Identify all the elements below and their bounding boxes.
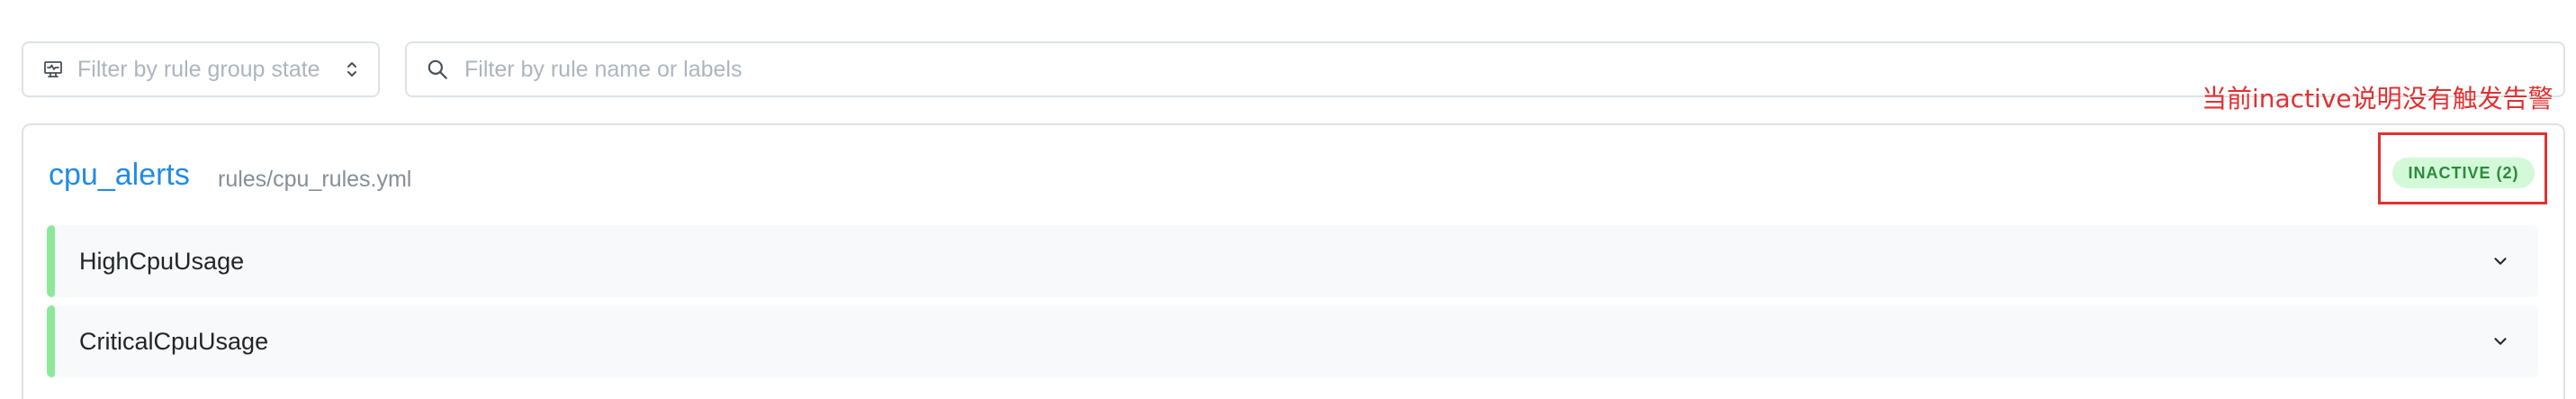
heart-rate-monitor-icon (41, 58, 65, 81)
selector-chevrons-icon (342, 57, 362, 82)
rule-name: CriticalCpuUsage (79, 327, 269, 355)
chevron-down-icon[interactable] (2488, 329, 2513, 354)
search-icon (425, 57, 450, 82)
rule-group-name[interactable]: cpu_alerts (49, 158, 190, 193)
alerts-page: Filter by rule group state cpu_alerts ru… (0, 0, 2576, 399)
status-badge: INACTIVE (2) (2392, 158, 2535, 188)
rule-name: HighCpuUsage (79, 247, 245, 275)
annotation-note: 当前inactive说明没有触发告警 (2202, 84, 2553, 113)
rule-row-critical-cpu-usage[interactable]: CriticalCpuUsage (47, 305, 2538, 377)
chevron-down-icon[interactable] (2488, 249, 2513, 274)
rule-group-state-filter[interactable]: Filter by rule group state (22, 41, 380, 97)
rule-group-state-placeholder: Filter by rule group state (77, 56, 320, 82)
rule-row-high-cpu-usage[interactable]: HighCpuUsage (47, 225, 2538, 297)
rule-group-file: rules/cpu_rules.yml (218, 167, 412, 192)
